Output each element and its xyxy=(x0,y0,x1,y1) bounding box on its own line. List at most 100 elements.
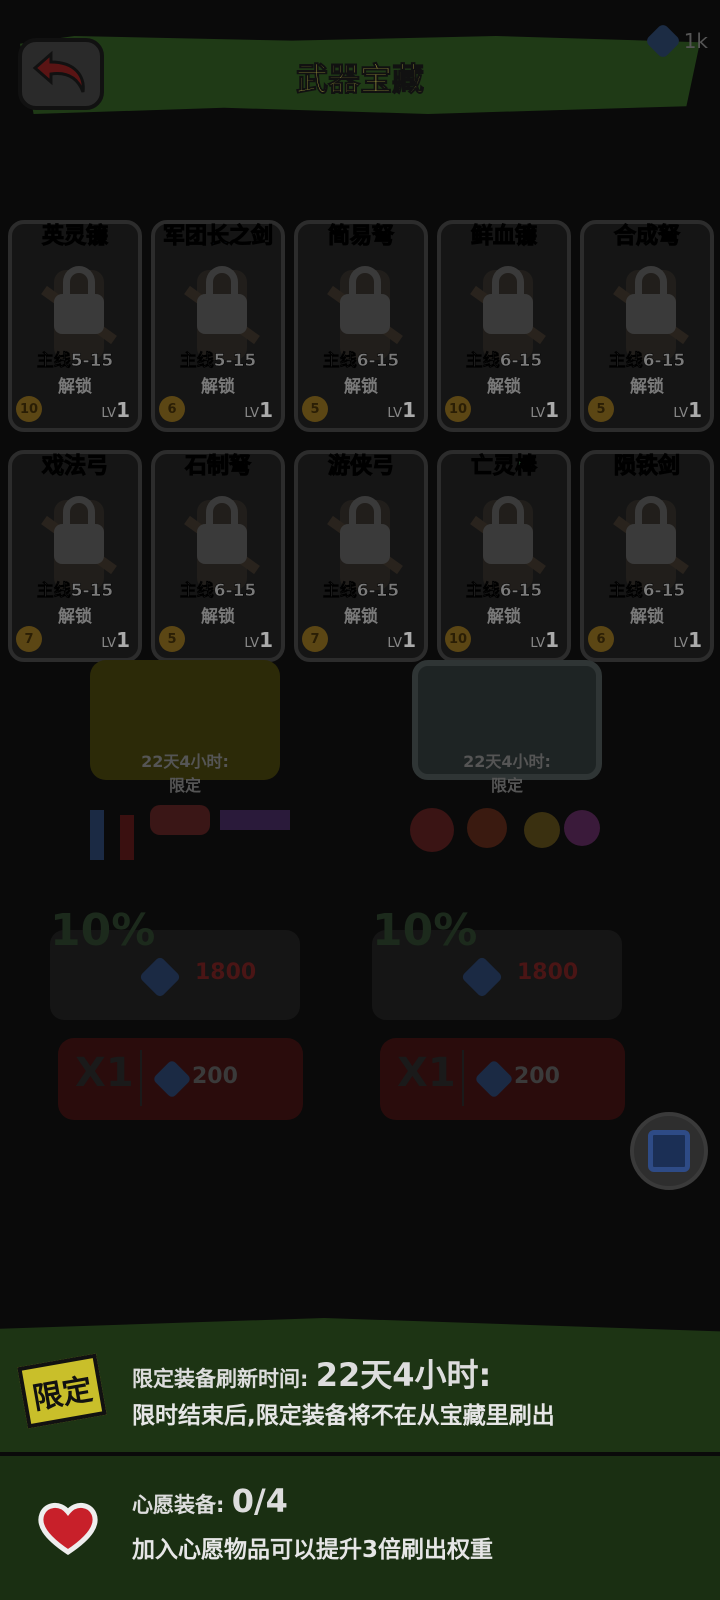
weapon-card[interactable]: 戏法弓 主线5-15 解锁 7 LV1 xyxy=(8,450,142,662)
unlock-stage: 主线6-15 xyxy=(465,351,543,372)
weapon-name: 鲜血镰 xyxy=(470,224,537,250)
divider xyxy=(462,1050,464,1106)
discount-text: 10% xyxy=(372,905,478,956)
level-label: LV1 xyxy=(244,398,273,422)
buy-count: X1 xyxy=(75,1050,134,1096)
timer-sub-text: 限定 xyxy=(168,776,201,795)
unlock-label: 解锁 xyxy=(630,607,664,627)
limited-description: 限时结束后,限定装备将不在从宝藏里刷出 xyxy=(132,1403,555,1429)
unlock-label: 解锁 xyxy=(201,607,235,627)
weapon-card[interactable]: 游侠弓 主线6-15 解锁 7 LV1 xyxy=(294,450,428,662)
limited-refresh-label: 限定装备刷新时间: xyxy=(132,1367,316,1391)
cost-badge: 10 xyxy=(445,396,471,422)
unlock-stage: 主线5-15 xyxy=(36,351,114,372)
treasure-chest-gold[interactable]: 22天4小时: 限定 10% 1800 X1 200 xyxy=(30,640,340,1120)
wish-label: 心愿装备: xyxy=(132,1493,232,1517)
unlock-label: 解锁 xyxy=(58,377,92,397)
lock-icon xyxy=(626,266,676,336)
unlock-stage: 主线6-15 xyxy=(465,581,543,602)
cost-badge: 10 xyxy=(16,396,42,422)
level-value: 1 xyxy=(545,398,559,422)
weapon-name: 戏法弓 xyxy=(41,454,108,480)
wish-count: 0/4 xyxy=(231,1482,288,1520)
wish-info-panel[interactable]: 心愿装备: 0/4 加入心愿物品可以提升3倍刷出权重 xyxy=(0,1456,720,1600)
unlock-stage: 主线6-15 xyxy=(322,581,400,602)
limited-badge: 限定 xyxy=(17,1353,107,1429)
level-prefix: LV xyxy=(387,406,403,421)
unlock-label: 解锁 xyxy=(58,607,92,627)
divider xyxy=(140,1050,142,1106)
treasure-timer: 22天4小时: 限定 xyxy=(30,750,340,798)
weapon-card[interactable]: 简易弩 主线6-15 解锁 5 LV1 xyxy=(294,220,428,432)
page-title: 武器宝藏 xyxy=(295,60,424,99)
lock-icon xyxy=(340,496,390,566)
unlock-label: 解锁 xyxy=(201,377,235,397)
level-prefix: LV xyxy=(673,636,689,651)
weapon-card[interactable]: 合成弩 主线6-15 解锁 5 LV1 xyxy=(580,220,714,432)
weapon-card[interactable]: 陨铁剑 主线6-15 解锁 6 LV1 xyxy=(580,450,714,662)
wish-count-line: 心愿装备: 0/4 xyxy=(132,1482,288,1520)
cube-button[interactable] xyxy=(630,1112,708,1190)
treasure-items-icon xyxy=(90,805,290,860)
buy-price: 200 xyxy=(514,1064,560,1089)
unlock-label: 解锁 xyxy=(344,377,378,397)
lock-icon xyxy=(54,266,104,336)
weapon-card[interactable]: 军团长之剑 主线5-15 解锁 6 LV1 xyxy=(151,220,285,432)
level-value: 1 xyxy=(402,398,416,422)
buy-count: X1 xyxy=(397,1050,456,1096)
unlock-stage: 主线6-15 xyxy=(608,581,686,602)
level-label: LV1 xyxy=(673,398,702,422)
weapon-card[interactable]: 亡灵棒 主线6-15 解锁 10 LV1 xyxy=(437,450,571,662)
level-value: 1 xyxy=(116,398,130,422)
lock-icon xyxy=(197,266,247,336)
weapon-name: 游侠弓 xyxy=(327,454,394,480)
original-price: 1800 xyxy=(517,960,579,985)
heart-icon xyxy=(38,1503,98,1556)
level-value: 1 xyxy=(688,398,702,422)
timer-sub-text: 限定 xyxy=(490,776,523,795)
unlock-label: 解锁 xyxy=(487,377,521,397)
unlock-stage: 主线6-15 xyxy=(179,581,257,602)
level-prefix: LV xyxy=(673,406,689,421)
level-label: LV1 xyxy=(101,398,130,422)
lock-icon xyxy=(483,266,533,336)
buy-price: 200 xyxy=(192,1064,238,1089)
unlock-stage: 主线5-15 xyxy=(36,581,114,602)
timer-text: 22天4小时: xyxy=(463,752,551,771)
weapon-card[interactable]: 鲜血镰 主线6-15 解锁 10 LV1 xyxy=(437,220,571,432)
lock-icon xyxy=(54,496,104,566)
weapon-card[interactable]: 英灵镰 主线5-15 解锁 10 LV1 xyxy=(8,220,142,432)
unlock-stage: 主线5-15 xyxy=(179,351,257,372)
weapon-name: 陨铁剑 xyxy=(613,454,680,480)
treasure-chest-silver[interactable]: 22天4小时: 限定 10% 1800 X1 200 xyxy=(352,640,662,1120)
lock-icon xyxy=(626,496,676,566)
cost-badge: 5 xyxy=(302,396,328,422)
lock-icon xyxy=(197,496,247,566)
timer-text: 22天4小时: xyxy=(141,752,229,771)
weapon-name: 英灵镰 xyxy=(41,224,108,250)
level-value: 1 xyxy=(259,398,273,422)
level-label: LV1 xyxy=(530,398,559,422)
lock-icon xyxy=(483,496,533,566)
cube-icon xyxy=(648,1130,690,1172)
weapon-name: 简易弩 xyxy=(327,224,394,250)
original-price: 1800 xyxy=(195,960,257,985)
unlock-label: 解锁 xyxy=(344,607,378,627)
discount-text: 10% xyxy=(50,905,156,956)
level-prefix: LV xyxy=(101,406,117,421)
gem-counter: 1k xyxy=(644,22,708,60)
level-value: 1 xyxy=(688,628,702,652)
level-prefix: LV xyxy=(530,406,546,421)
unlock-stage: 主线6-15 xyxy=(608,351,686,372)
weapon-name: 合成弩 xyxy=(613,224,680,250)
limited-refresh-line: 限定装备刷新时间: 22天4小时: xyxy=(132,1350,491,1396)
cost-badge: 5 xyxy=(588,396,614,422)
unlock-stage: 主线6-15 xyxy=(322,351,400,372)
wish-description: 加入心愿物品可以提升3倍刷出权重 xyxy=(132,1537,494,1563)
limited-refresh-time: 22天4小时: xyxy=(315,1356,492,1394)
weapon-card[interactable]: 石制弩 主线6-15 解锁 5 LV1 xyxy=(151,450,285,662)
cost-badge: 6 xyxy=(159,396,185,422)
weapon-grid: 英灵镰 主线5-15 解锁 10 LV1 军团长之剑 主线5-15 解锁 6 L… xyxy=(8,220,714,662)
unlock-label: 解锁 xyxy=(630,377,664,397)
weapon-name: 军团长之剑 xyxy=(162,224,273,250)
